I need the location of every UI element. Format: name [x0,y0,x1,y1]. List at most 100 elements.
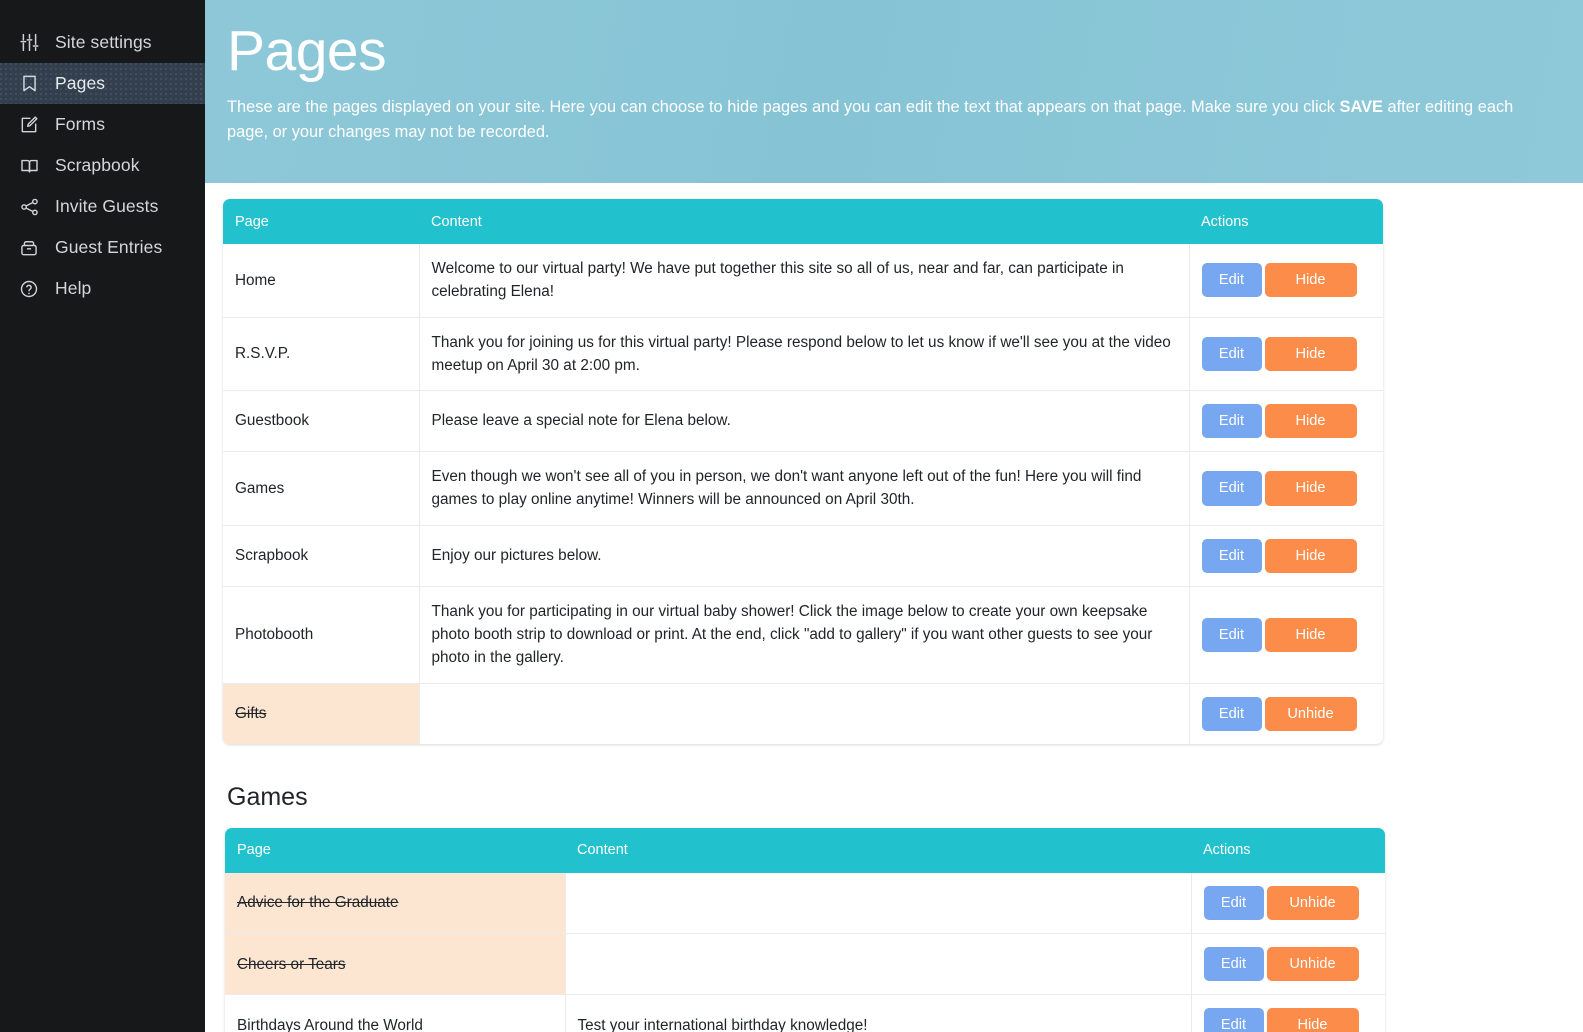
cell-page-content [419,683,1190,744]
action-button-group: Edit Hide [1201,617,1372,652]
sidebar-item-guest-entries[interactable]: Guest Entries [0,227,205,268]
cell-page-content: Thank you for participating in our virtu… [419,586,1190,684]
pages-table-body: Home Welcome to our virtual party! We hav… [223,244,1383,744]
page-description-emphasis: SAVE [1339,97,1383,116]
action-button-group: Edit Unhide [1203,885,1374,921]
edit-button[interactable]: Edit [1201,696,1262,731]
cell-actions: Edit Unhide [1189,683,1383,744]
pages-table: Page Content Actions Home Welcome to our … [223,199,1383,744]
edit-button[interactable]: Edit [1203,1008,1264,1032]
table-row: Scrapbook Enjoy our pictures below. Edit Hi… [223,525,1383,587]
edit-button[interactable]: Edit [1201,404,1262,439]
sliders-icon [18,32,40,54]
column-header-page: Page [225,827,565,873]
hide-button[interactable]: Hide [1264,471,1357,506]
cell-page-content [565,933,1192,996]
table-row: Gifts Edit Unhide [223,683,1383,744]
cell-actions: Edit Unhide [1191,933,1385,996]
games-table-head: Page Content Actions [225,827,1385,873]
table-row: Cheers or Tears Edit Unhide [225,933,1385,996]
cell-actions: Edit Hide [1189,317,1383,391]
hide-button[interactable]: Hide [1264,263,1357,298]
page-description-part1: These are the pages displayed on your si… [227,97,1340,116]
sidebar-item-label: Guest Entries [55,237,163,257]
action-button-group: Edit Hide [1201,471,1372,506]
action-button-group: Edit Hide [1201,263,1372,298]
hide-button[interactable]: Hide [1264,617,1357,652]
cell-actions: Edit Hide [1189,244,1383,318]
sidebar-item-label: Forms [55,114,106,134]
column-header-content: Content [565,827,1191,873]
pages-table-header-row: Page Content Actions [223,199,1383,244]
column-header-page: Page [223,199,419,244]
unhide-button[interactable]: Unhide [1266,947,1359,982]
edit-button[interactable]: Edit [1201,336,1262,371]
sidebar-item-site-settings[interactable]: Site settings [0,22,205,63]
sidebar-item-help[interactable]: Help [0,268,205,309]
page-header: Pages These are the pages displayed on y… [205,0,1583,183]
table-row: Birthdays Around the World Test your inte… [225,994,1385,1032]
action-button-group: Edit Unhide [1201,696,1372,731]
hide-button[interactable]: Hide [1264,336,1357,371]
hide-button[interactable]: Hide [1266,1008,1359,1032]
edit-button[interactable]: Edit [1201,471,1262,506]
cell-page-name: Cheers or Tears [225,933,566,996]
sidebar: Site settings Pages Forms Scrapbook Invite G… [0,0,205,1032]
games-table-body: Advice for the Graduate Edit Unhide Cheers … [225,872,1385,1032]
action-button-group: Edit Hide [1201,404,1372,439]
sidebar-item-invite-guests[interactable]: Invite Guests [0,186,205,227]
sidebar-item-label: Scrapbook [55,155,140,175]
sidebar-item-pages[interactable]: Pages [0,63,205,104]
share-nodes-icon [18,196,40,218]
sidebar-item-forms[interactable]: Forms [0,104,205,145]
cell-actions: Edit Hide [1189,451,1383,526]
games-section-title: Games [227,782,308,811]
cell-page-name: Advice for the Graduate [225,872,566,935]
games-section: Games Page Content Actions Advice for th… [205,783,1583,1032]
games-table: Page Content Actions Advice for the Grad… [225,827,1385,1032]
cell-page-content: Enjoy our pictures below. [419,525,1190,587]
edit-button[interactable]: Edit [1203,885,1264,921]
table-row: Photobooth Thank you for participating in… [223,586,1383,684]
cell-page-content: Thank you for joining us for this virtua… [419,317,1190,391]
action-button-group: Edit Hide [1201,336,1372,371]
action-button-group: Edit Unhide [1203,947,1374,982]
hide-button[interactable]: Hide [1264,538,1357,573]
edit-button[interactable]: Edit [1201,263,1262,298]
app-root: Site settings Pages Forms Scrapbook Invite G… [0,0,1583,1032]
cell-page-content: Welcome to our virtual party! We have pu… [419,244,1190,318]
table-row: Guestbook Please leave a special note for… [223,390,1383,453]
column-header-content: Content [419,199,1189,244]
sidebar-item-label: Site settings [55,32,152,52]
unhide-button[interactable]: Unhide [1264,696,1357,731]
sidebar-item-label: Invite Guests [55,196,159,216]
column-header-actions: Actions [1191,827,1385,873]
cell-actions: Edit Hide [1191,994,1385,1032]
cell-page-name: Scrapbook [223,525,420,587]
sidebar-item-scrapbook[interactable]: Scrapbook [0,145,205,186]
edit-button[interactable]: Edit [1203,947,1264,982]
page-title: Pages [227,19,387,83]
table-row: Games Even though we won't see all of you… [223,451,1383,526]
games-table-container: Page Content Actions Advice for the Grad… [225,827,1385,1032]
content-scroll-area[interactable]: Page Content Actions Home Welcome to our … [205,183,1583,1032]
cell-page-name: Games [223,451,420,526]
cell-page-content: Please leave a special note for Elena be… [419,390,1190,453]
action-button-group: Edit Hide [1201,538,1372,573]
cell-page-content: Even though we won't see all of you in p… [419,451,1190,526]
pages-table-container: Page Content Actions Home Welcome to our … [223,199,1383,744]
edit-button[interactable]: Edit [1201,538,1262,573]
cell-actions: Edit Hide [1189,390,1383,453]
cell-page-name: Guestbook [223,390,420,453]
unhide-button[interactable]: Unhide [1266,885,1359,921]
cell-page-name: Gifts [223,683,420,744]
cell-page-name: R.S.V.P. [223,317,420,391]
edit-button[interactable]: Edit [1201,617,1262,652]
cell-page-name: Birthdays Around the World [225,994,566,1032]
cell-page-name: Home [223,244,420,318]
inbox-icon [18,237,40,259]
hide-button[interactable]: Hide [1264,404,1357,439]
table-row: Advice for the Graduate Edit Unhide [225,872,1385,935]
bookmark-icon [18,73,40,95]
table-row: R.S.V.P. Thank you for joining us for thi… [223,317,1383,391]
